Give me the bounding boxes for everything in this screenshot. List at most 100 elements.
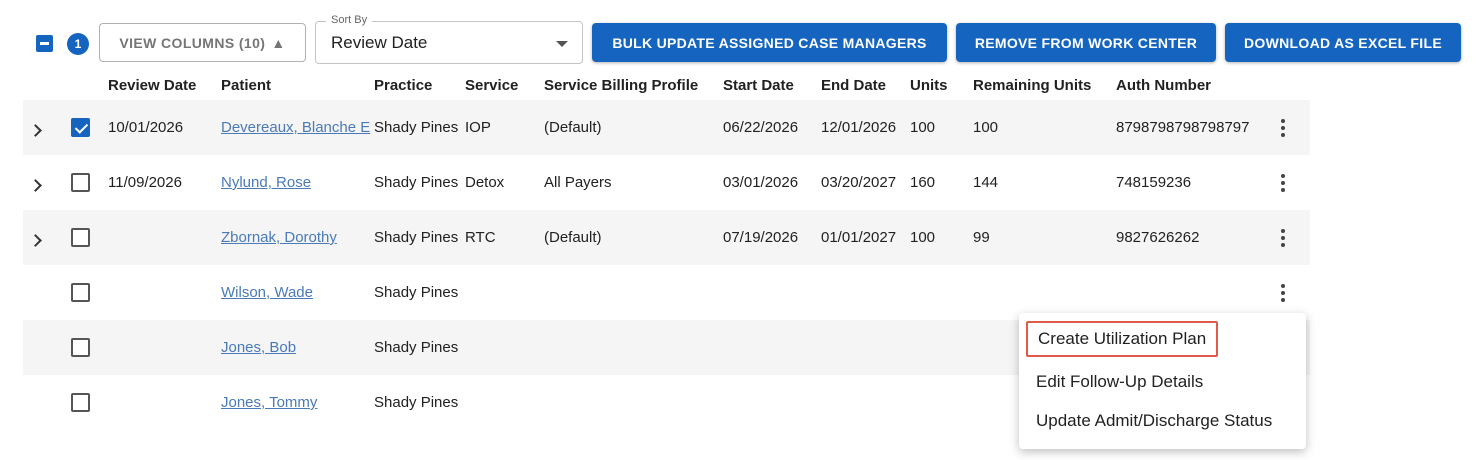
cell-patient[interactable]: Jones, Bob — [221, 320, 371, 375]
cell-billing-profile: All Payers — [544, 155, 720, 210]
menu-item-edit-follow-up-details[interactable]: Edit Follow-Up Details — [1036, 372, 1203, 392]
download-excel-button[interactable]: DOWNLOAD AS EXCEL FILE — [1225, 23, 1461, 62]
kebab-dot — [1281, 187, 1285, 192]
kebab-dot — [1281, 242, 1285, 247]
cell-text: Shady Pines — [374, 119, 459, 136]
kebab-dot — [1281, 118, 1285, 123]
more-actions-icon[interactable] — [1277, 265, 1289, 320]
cell-practice: Shady Pines — [374, 155, 464, 210]
cell-patient[interactable]: Nylund, Rose — [221, 155, 371, 210]
column-header-remaining-units[interactable]: Remaining Units — [973, 70, 1133, 100]
cell-text: 12/01/2026 — [821, 119, 897, 136]
cell-patient[interactable]: Jones, Tommy — [221, 375, 371, 430]
kebab-dot — [1281, 132, 1285, 137]
cell-practice: Shady Pines — [374, 320, 464, 375]
cell-start-date: 03/01/2026 — [723, 155, 819, 210]
row-checkbox[interactable] — [71, 393, 90, 412]
cell-practice: Shady Pines — [374, 100, 464, 155]
cell-text: 100 — [973, 119, 999, 136]
chevron-right-icon — [29, 234, 42, 247]
cell-text: 9827626262 — [1116, 229, 1200, 246]
cell-text: Shady Pines — [374, 229, 459, 246]
cell-end-date: 01/01/2027 — [821, 210, 909, 265]
patient-link[interactable]: Jones, Bob — [221, 339, 296, 356]
cell-end-date: 12/01/2026 — [821, 100, 909, 155]
cell-text: 10/01/2026 — [108, 119, 184, 136]
cell-text: Shady Pines — [374, 284, 459, 301]
bulk-update-case-managers-button[interactable]: BULK UPDATE ASSIGNED CASE MANAGERS — [592, 23, 947, 62]
select-all-checkbox[interactable] — [36, 35, 53, 52]
table-header-row: Review Date Patient Practice Service Service… — [23, 70, 1310, 100]
cell-remaining-units: 99 — [973, 210, 1113, 265]
cell-patient[interactable]: Zbornak, Dorothy — [221, 210, 371, 265]
cell-auth-number: 748159236 — [1116, 155, 1261, 210]
column-header-review-date[interactable]: Review Date — [108, 70, 238, 100]
cell-review-date: 10/01/2026 — [108, 100, 218, 155]
more-actions-icon[interactable] — [1277, 155, 1289, 210]
cell-text: 100 — [910, 229, 936, 246]
patient-link[interactable]: Devereaux, Blanche E — [221, 119, 370, 136]
cell-units: 160 — [910, 155, 970, 210]
column-header-patient[interactable]: Patient — [221, 70, 391, 100]
expand-row-chevron-icon[interactable] — [29, 155, 42, 210]
cell-billing-profile: (Default) — [544, 210, 720, 265]
cell-text: 748159236 — [1116, 174, 1192, 191]
patient-link[interactable]: Wilson, Wade — [221, 284, 313, 301]
kebab-dot — [1281, 173, 1285, 178]
kebab-dot — [1281, 228, 1285, 233]
column-header-auth-number[interactable]: Auth Number — [1116, 70, 1281, 100]
sort-by-value: Review Date — [331, 33, 428, 52]
cell-patient[interactable]: Wilson, Wade — [221, 265, 371, 320]
cell-text: (Default) — [544, 229, 602, 246]
selected-count-badge: 1 — [67, 33, 89, 55]
chevron-right-icon — [29, 124, 42, 137]
cell-text: 07/19/2026 — [723, 229, 799, 246]
cell-text: Shady Pines — [374, 174, 459, 191]
row-actions-menu: Create Utilization Plan Edit Follow-Up D… — [1019, 313, 1306, 449]
expand-row-chevron-icon[interactable] — [29, 210, 42, 265]
remove-from-work-center-button[interactable]: REMOVE FROM WORK CENTER — [956, 23, 1216, 62]
cell-review-date: 11/09/2026 — [108, 155, 218, 210]
cell-text: 11/09/2026 — [108, 174, 182, 191]
table-row: Wilson, Wade Shady Pines — [23, 265, 1310, 320]
view-columns-button[interactable]: VIEW COLUMNS (10) ▲ — [99, 23, 306, 62]
sort-by-select[interactable]: Sort By Review Date — [315, 14, 583, 64]
menu-item-update-admit-discharge-status[interactable]: Update Admit/Discharge Status — [1036, 411, 1272, 431]
table-row: 11/09/2026 Nylund, Rose Shady Pines Detox Al… — [23, 155, 1310, 210]
expand-row-chevron-icon[interactable] — [29, 100, 42, 155]
chevron-right-icon — [29, 179, 42, 192]
row-checkbox[interactable] — [71, 118, 90, 137]
patient-link[interactable]: Nylund, Rose — [221, 174, 311, 191]
cell-text: Shady Pines — [374, 394, 459, 411]
table-row: Zbornak, Dorothy Shady Pines RTC (Default) 0… — [23, 210, 1310, 265]
kebab-dot — [1281, 290, 1285, 295]
cell-text: 100 — [910, 119, 936, 136]
patient-link[interactable]: Jones, Tommy — [221, 394, 317, 411]
row-checkbox[interactable] — [71, 228, 90, 247]
row-checkbox[interactable] — [71, 283, 90, 302]
cell-units: 100 — [910, 100, 970, 155]
cell-text: 03/20/2027 — [821, 174, 897, 191]
more-actions-icon[interactable] — [1277, 100, 1289, 155]
cell-remaining-units: 144 — [973, 155, 1113, 210]
dropdown-arrow-icon — [556, 41, 568, 47]
row-checkbox[interactable] — [71, 173, 90, 192]
menu-item-create-utilization-plan[interactable]: Create Utilization Plan — [1026, 321, 1219, 357]
cell-text: Shady Pines — [374, 339, 459, 356]
cell-text: RTC — [465, 229, 496, 246]
column-header-billing-profile[interactable]: Service Billing Profile — [544, 70, 740, 100]
triangle-up-icon: ▲ — [271, 34, 286, 51]
cell-start-date: 07/19/2026 — [723, 210, 819, 265]
cell-patient[interactable]: Devereaux, Blanche E — [221, 100, 371, 155]
kebab-dot — [1281, 125, 1285, 130]
cell-text: (Default) — [544, 119, 602, 136]
row-checkbox[interactable] — [71, 338, 90, 357]
cell-start-date: 06/22/2026 — [723, 100, 819, 155]
cell-text: 160 — [910, 174, 936, 191]
cell-service: Detox — [465, 155, 543, 210]
cell-text: Detox — [465, 174, 505, 191]
cell-text: All Payers — [544, 174, 612, 191]
cell-text: 01/01/2027 — [821, 229, 897, 246]
more-actions-icon[interactable] — [1277, 210, 1289, 265]
patient-link[interactable]: Zbornak, Dorothy — [221, 229, 337, 246]
